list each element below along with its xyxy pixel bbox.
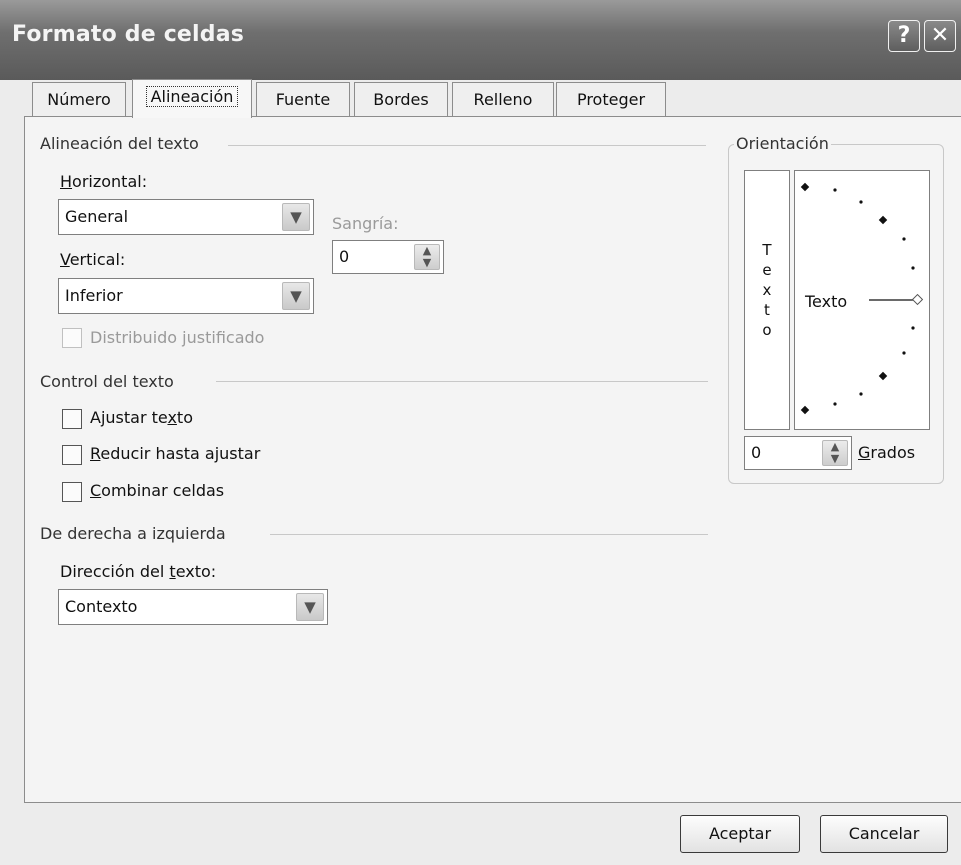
tab-numero[interactable]: Número — [32, 82, 126, 117]
chevron-down-icon[interactable]: ▼ — [282, 203, 310, 231]
shrink-to-fit-checkbox[interactable] — [62, 445, 82, 465]
vertical-dropdown[interactable]: Inferior ▼ — [58, 278, 314, 314]
tab-relleno[interactable]: Relleno — [452, 82, 554, 117]
distributed-checkbox[interactable] — [62, 328, 82, 348]
degrees-spinner[interactable]: 0 ▲ ▼ — [744, 436, 852, 470]
group-label-orientation: Orientación — [734, 134, 831, 153]
vertical-text-char: x — [762, 281, 772, 299]
help-button[interactable]: ? — [888, 20, 920, 52]
indent-spinner[interactable]: 0 ▲ ▼ — [332, 240, 444, 274]
horizontal-value: General — [65, 207, 129, 226]
vertical-text-char: t — [764, 301, 770, 319]
orientation-dial[interactable]: Texto — [794, 170, 930, 430]
format-cells-dialog: Formato de celdas ? ✕ Número Alineación … — [0, 0, 961, 865]
tab-fuente[interactable]: Fuente — [256, 82, 350, 117]
ok-button[interactable]: Aceptar — [680, 815, 800, 853]
merge-cells-label: Combinar celdas — [90, 481, 225, 500]
group-divider — [270, 534, 708, 535]
title-bar: Formato de celdas ? ✕ — [0, 0, 961, 80]
shrink-to-fit-label: Reducir hasta ajustar — [90, 444, 261, 463]
tab-proteger[interactable]: Proteger — [556, 82, 666, 117]
chevron-down-icon[interactable]: ▼ — [282, 282, 310, 310]
dialog-title: Formato de celdas — [12, 22, 245, 47]
vertical-text-char: e — [762, 261, 772, 279]
degrees-label: Grados — [858, 443, 916, 462]
cancel-button[interactable]: Cancelar — [820, 815, 948, 853]
spin-arrows-icon[interactable]: ▲ ▼ — [822, 440, 848, 466]
horizontal-dropdown[interactable]: General ▼ — [58, 199, 314, 235]
indent-label: Sangría: — [332, 214, 399, 233]
chevron-down-icon[interactable]: ▼ — [296, 593, 324, 621]
wrap-text-checkbox[interactable] — [62, 409, 82, 429]
text-direction-value: Contexto — [65, 597, 138, 616]
spin-arrows-icon[interactable]: ▲ ▼ — [414, 244, 440, 270]
group-label-rtl: De derecha a izquierda — [40, 524, 226, 543]
close-button[interactable]: ✕ — [924, 20, 956, 52]
degrees-value: 0 — [751, 443, 762, 462]
tab-alineacion[interactable]: Alineación — [132, 79, 252, 118]
text-direction-label: Dirección del texto: — [60, 562, 217, 581]
group-label-text-control: Control del texto — [40, 372, 174, 391]
vertical-text-box[interactable]: T e x t o — [744, 170, 790, 430]
group-label-text-alignment: Alineación del texto — [40, 134, 199, 153]
distributed-label: Distribuido justificado — [90, 328, 265, 347]
group-divider — [228, 145, 706, 146]
vertical-text-char: T — [762, 241, 772, 259]
tab-bordes[interactable]: Bordes — [354, 82, 448, 117]
group-divider — [216, 381, 708, 382]
orientation-dial-text: Texto — [805, 292, 848, 311]
vertical-value: Inferior — [65, 286, 123, 305]
horizontal-label: Horizontal: — [60, 172, 148, 191]
merge-cells-checkbox[interactable] — [62, 482, 82, 502]
wrap-text-label: Ajustar texto — [90, 408, 193, 427]
vertical-text-char: o — [762, 321, 772, 339]
text-direction-dropdown[interactable]: Contexto ▼ — [58, 589, 328, 625]
indent-value: 0 — [339, 247, 350, 266]
vertical-label: Vertical: — [60, 250, 126, 269]
